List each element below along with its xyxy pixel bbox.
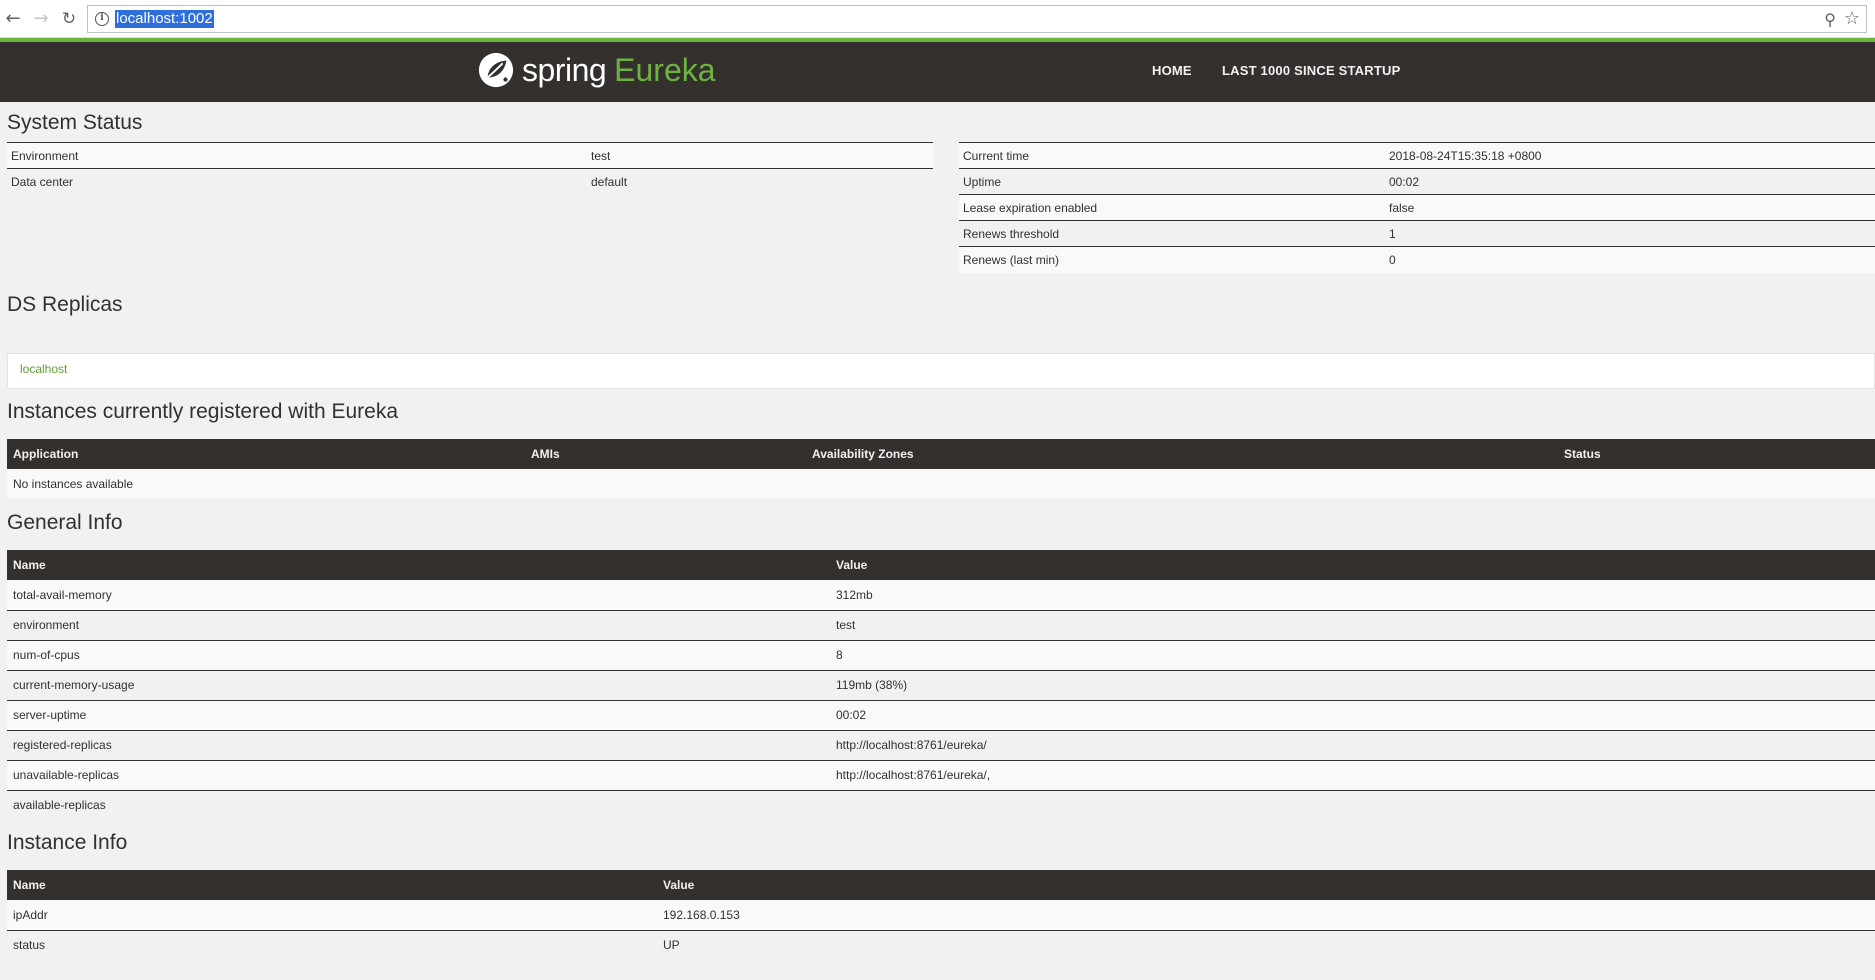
instances-table: Application AMIs Availability Zones Stat…: [7, 439, 1875, 499]
replica-link[interactable]: localhost: [20, 362, 67, 376]
status-label: Renews threshold: [959, 220, 1385, 247]
info-value: 119mb (38%): [830, 670, 1875, 701]
column-header: Value: [830, 550, 1875, 580]
table-row: Lease expiration enabled false: [959, 194, 1875, 221]
general-info-title: General Info: [7, 511, 123, 534]
info-value: [830, 790, 1875, 820]
table-header-row: Name Value: [7, 550, 1875, 580]
system-status-title: System Status: [7, 111, 143, 134]
table-row: Uptime 00:02: [959, 168, 1875, 195]
info-name: unavailable-replicas: [7, 760, 830, 791]
table-row: unavailable-replicas http://localhost:87…: [7, 760, 1875, 791]
status-label: Renews (last min): [959, 246, 1385, 273]
column-header: Status: [1558, 439, 1875, 469]
system-status-right-table: Current time 2018-08-24T15:35:18 +0800 U…: [959, 142, 1875, 273]
browser-toolbar: ← → ↻ i localhost:1002 ⚲ ☆: [0, 0, 1875, 38]
table-row: total-avail-memory 312mb: [7, 580, 1875, 611]
table-row: status UP: [7, 930, 1875, 960]
brand-logo[interactable]: spring Eureka: [477, 48, 716, 92]
column-header: Availability Zones: [806, 439, 1558, 469]
info-name: environment: [7, 610, 830, 641]
column-header: Name: [7, 870, 657, 900]
status-value: false: [1385, 194, 1875, 221]
info-name: registered-replicas: [7, 730, 830, 761]
info-value: 00:02: [830, 700, 1875, 731]
info-name: status: [7, 930, 657, 960]
status-label: Current time: [959, 142, 1385, 169]
info-value: test: [830, 610, 1875, 641]
info-name: ipAddr: [7, 900, 657, 931]
navbar: spring Eureka HOME LAST 1000 SINCE START…: [0, 42, 1875, 102]
star-icon[interactable]: ☆: [1844, 8, 1860, 29]
ds-replicas-list: localhost: [7, 353, 1875, 389]
magnifier-icon[interactable]: ⚲: [1824, 10, 1836, 29]
info-name: total-avail-memory: [7, 580, 830, 611]
table-row: No instances available: [7, 469, 1875, 499]
instances-title: Instances currently registered with Eure…: [7, 400, 399, 423]
info-value: http://localhost:8761/eureka/,: [830, 760, 1875, 791]
info-value: 312mb: [830, 580, 1875, 611]
instance-info-table: Name Value ipAddr 192.168.0.153 status U…: [7, 870, 1875, 960]
status-value: 0: [1385, 246, 1875, 273]
table-row: Current time 2018-08-24T15:35:18 +0800: [959, 142, 1875, 169]
table-row: num-of-cpus 8: [7, 640, 1875, 671]
table-row: Data center default: [7, 168, 933, 195]
arrow-right-icon[interactable]: →: [30, 6, 52, 32]
arrow-left-icon[interactable]: ←: [2, 6, 24, 32]
info-value: http://localhost:8761/eureka/: [830, 730, 1875, 761]
brand-spring-text: spring: [522, 51, 607, 88]
nav-last-1000-link[interactable]: LAST 1000 SINCE STARTUP: [1222, 63, 1400, 78]
column-header: Name: [7, 550, 830, 580]
status-value: default: [587, 168, 933, 195]
status-label: Uptime: [959, 168, 1385, 195]
table-row: registered-replicas http://localhost:876…: [7, 730, 1875, 761]
system-status-left-table: Environment test Data center default: [7, 142, 933, 195]
status-value: 00:02: [1385, 168, 1875, 195]
table-row: current-memory-usage 119mb (38%): [7, 670, 1875, 701]
table-row: Environment test: [7, 142, 933, 169]
url-text[interactable]: localhost:1002: [115, 10, 214, 28]
reload-icon[interactable]: ↻: [58, 6, 80, 32]
table-header-row: Application AMIs Availability Zones Stat…: [7, 439, 1875, 469]
nav-home-link[interactable]: HOME: [1152, 63, 1192, 78]
info-name: num-of-cpus: [7, 640, 830, 671]
table-row: server-uptime 00:02: [7, 700, 1875, 731]
ds-replicas-title: DS Replicas: [7, 293, 123, 316]
table-row: ipAddr 192.168.0.153: [7, 900, 1875, 931]
table-row: Renews (last min) 0: [959, 246, 1875, 273]
spring-leaf-icon: [478, 52, 514, 88]
status-label: Data center: [7, 168, 587, 195]
instance-info-title: Instance Info: [7, 831, 128, 854]
column-header: AMIs: [525, 439, 806, 469]
general-info-table: Name Value total-avail-memory 312mb envi…: [7, 550, 1875, 820]
status-value: 1: [1385, 220, 1875, 247]
info-value: 8: [830, 640, 1875, 671]
column-header: Value: [657, 870, 1875, 900]
info-name: available-replicas: [7, 790, 830, 820]
table-header-row: Name Value: [7, 870, 1875, 900]
info-name: current-memory-usage: [7, 670, 830, 701]
table-row: Renews threshold 1: [959, 220, 1875, 247]
address-bar[interactable]: i localhost:1002 ⚲ ☆: [87, 5, 1867, 33]
info-name: server-uptime: [7, 700, 830, 731]
table-row: environment test: [7, 610, 1875, 641]
column-header: Application: [7, 439, 525, 469]
info-icon[interactable]: i: [95, 12, 109, 26]
brand-eureka-text: Eureka: [614, 51, 716, 88]
status-label: Lease expiration enabled: [959, 194, 1385, 221]
status-label: Environment: [7, 142, 587, 169]
info-value: UP: [657, 930, 1875, 960]
table-row: available-replicas: [7, 790, 1875, 820]
info-value: 192.168.0.153: [657, 900, 1875, 931]
status-value: test: [587, 142, 933, 169]
empty-message: No instances available: [7, 469, 1875, 499]
status-value: 2018-08-24T15:35:18 +0800: [1385, 142, 1875, 169]
